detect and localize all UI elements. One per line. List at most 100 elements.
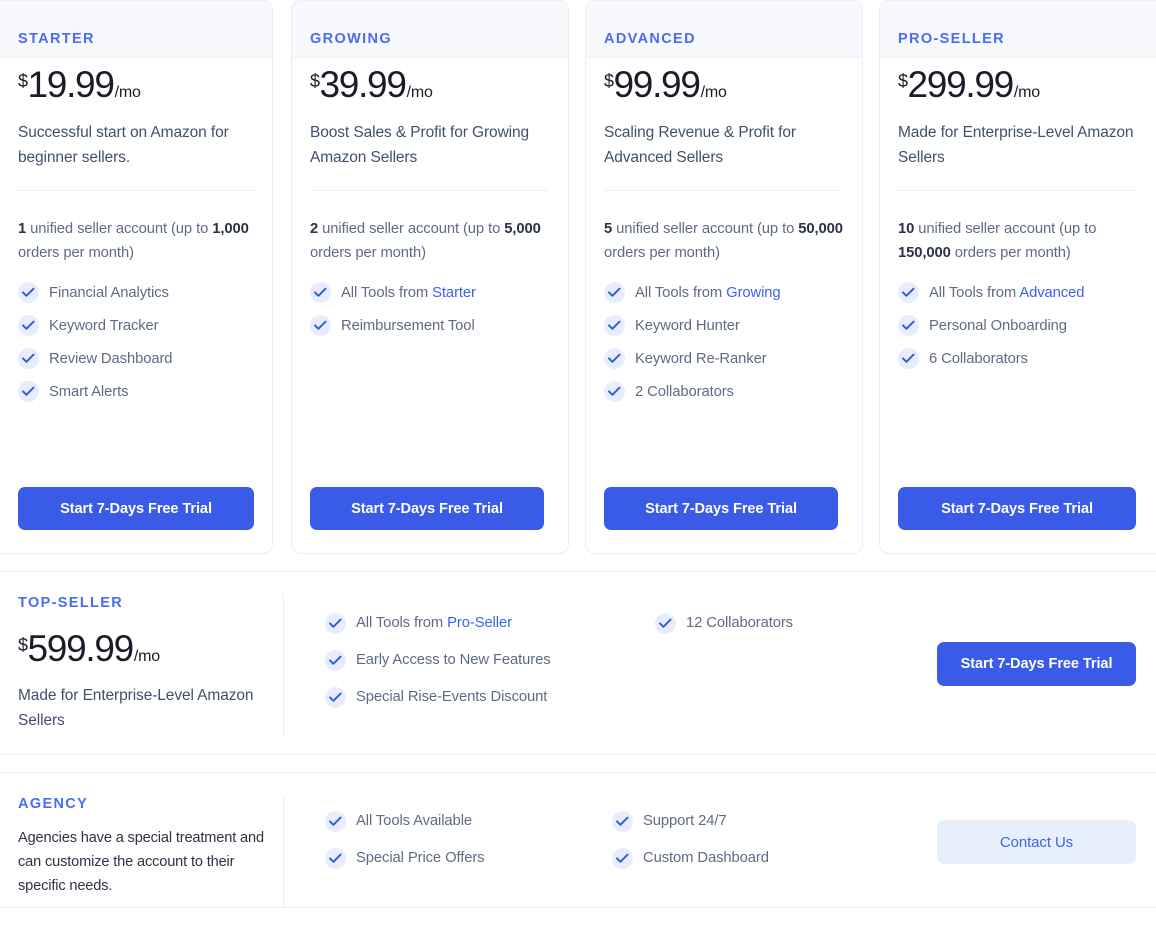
currency-symbol: $ (310, 72, 320, 90)
section-separator-a (0, 754, 1156, 755)
check-icon (310, 315, 331, 336)
check-icon (898, 315, 919, 336)
price-period: /mo (701, 85, 727, 101)
check-icon (612, 811, 633, 832)
quota-orders: 150,000 (898, 245, 951, 261)
check-icon (604, 315, 625, 336)
check-icon (18, 348, 39, 369)
tier-label: PRO-SELLER (898, 1, 1152, 47)
quota-text: 5 unified seller account (up to 50,000 o… (604, 217, 844, 265)
feature-highlight-link[interactable]: Starter (432, 285, 476, 301)
pricing-cards-row: STARTER$19.99/moSuccessful start on Amaz… (0, 0, 1156, 554)
agency-left: AGENCY Agencies have a special treatment… (18, 797, 268, 898)
pricing-card: GROWING$39.99/moBoost Sales & Profit for… (291, 0, 569, 554)
card-divider (310, 190, 548, 191)
feature-label: Reimbursement Tool (341, 316, 475, 336)
feature-item: Reimbursement Tool (310, 315, 550, 337)
check-icon (325, 613, 346, 634)
feature-label: All Tools from Advanced (929, 283, 1084, 303)
start-free-trial-button[interactable]: Start 7-Days Free Trial (310, 487, 544, 530)
check-icon (612, 848, 633, 869)
check-icon (325, 687, 346, 708)
agency-features: All Tools AvailableSpecial Price Offers … (325, 810, 872, 884)
feature-highlight-link[interactable]: Advanced (1019, 285, 1084, 301)
feature-label: Keyword Re-Ranker (635, 349, 767, 369)
agency-section: AGENCY Agencies have a special treatment… (0, 773, 1156, 907)
feature-label: Support 24/7 (643, 811, 727, 831)
top-seller-left: TOP-SELLER $ 599.99 /mo Made for Enterpr… (18, 596, 268, 733)
card-body: STARTER$19.99/moSuccessful start on Amaz… (0, 1, 272, 553)
quota-accounts: 2 (310, 221, 318, 237)
feature-label: Personal Onboarding (929, 316, 1067, 336)
currency-symbol: $ (18, 636, 28, 654)
feature-label: Custom Dashboard (643, 848, 769, 868)
start-free-trial-button[interactable]: Start 7-Days Free Trial (18, 487, 254, 530)
top-seller-tier-label: TOP-SELLER (18, 596, 268, 611)
quota-orders: 5,000 (504, 221, 541, 237)
feature-item: Personal Onboarding (898, 315, 1152, 337)
pricing-card: PRO-SELLER$299.99/moMade for Enterprise-… (879, 0, 1156, 554)
pricing-page: STARTER$19.99/moSuccessful start on Amaz… (0, 0, 1156, 926)
price-amount: 39.99 (320, 66, 406, 103)
card-divider (898, 190, 1136, 191)
feature-item: 6 Collaborators (898, 348, 1152, 370)
check-icon (18, 315, 39, 336)
feature-item: Review Dashboard (18, 348, 254, 370)
top-seller-description: Made for Enterprise-Level Amazon Sellers (18, 683, 258, 733)
tier-description: Boost Sales & Profit for Growing Amazon … (310, 120, 550, 170)
start-free-trial-button[interactable]: Start 7-Days Free Trial (898, 487, 1136, 530)
feature-label: Keyword Tracker (49, 316, 159, 336)
feature-item: Support 24/7 (612, 810, 872, 832)
card-divider (604, 190, 842, 191)
top-seller-features-column-2: 12 Collaborators (655, 612, 915, 723)
currency-symbol: $ (604, 72, 614, 90)
top-seller-features-column-1: All Tools from Pro-Seller Early Access to… (325, 612, 655, 723)
pricing-card: ADVANCED$99.99/moScaling Revenue & Profi… (585, 0, 863, 554)
feature-highlight-link[interactable]: Growing (726, 285, 780, 301)
feature-item: Custom Dashboard (612, 847, 872, 869)
top-seller-cta-button[interactable]: Start 7-Days Free Trial (937, 642, 1136, 686)
quota-tail: orders per month) (18, 245, 134, 261)
feature-list: All Tools from GrowingKeyword HunterKeyw… (604, 282, 844, 403)
check-icon (325, 811, 346, 832)
feature-label: All Tools Available (356, 811, 472, 831)
quota-accounts: 1 (18, 221, 26, 237)
feature-label: Special Rise-Events Discount (356, 687, 547, 707)
feature-highlight-link[interactable]: Pro-Seller (447, 615, 512, 631)
agency-contact-button[interactable]: Contact Us (937, 820, 1136, 864)
feature-label: Review Dashboard (49, 349, 172, 369)
card-body: ADVANCED$99.99/moScaling Revenue & Profi… (586, 1, 862, 553)
check-icon (604, 348, 625, 369)
check-icon (325, 848, 346, 869)
price-period: /mo (407, 85, 433, 101)
price: $99.99/mo (604, 66, 844, 103)
feature-label: All Tools from Pro-Seller (356, 613, 512, 633)
check-icon (310, 282, 331, 303)
price: $299.99/mo (898, 66, 1152, 103)
quota-mid: unified seller account (up to (914, 221, 1096, 237)
check-icon (898, 348, 919, 369)
currency-symbol: $ (898, 72, 908, 90)
feature-item: All Tools from Growing (604, 282, 844, 304)
tier-description: Successful start on Amazon for beginner … (18, 120, 254, 170)
feature-item: 2 Collaborators (604, 381, 844, 403)
feature-label: 2 Collaborators (635, 382, 734, 402)
price-period: /mo (115, 85, 141, 101)
check-icon (325, 650, 346, 671)
quota-accounts: 10 (898, 221, 914, 237)
price-amount: 19.99 (28, 66, 114, 103)
check-icon (898, 282, 919, 303)
quota-mid: unified seller account (up to (318, 221, 504, 237)
feature-list: All Tools from Starter Reimbursement Tool (310, 282, 550, 337)
quota-mid: unified seller account (up to (26, 221, 212, 237)
feature-item: Special Price Offers (325, 847, 612, 869)
start-free-trial-button[interactable]: Start 7-Days Free Trial (604, 487, 838, 530)
feature-item: Early Access to New Features (325, 649, 655, 671)
price: $19.99/mo (18, 66, 254, 103)
check-icon (604, 282, 625, 303)
price-period: /mo (134, 649, 160, 665)
quota-accounts: 5 (604, 221, 612, 237)
feature-label: All Tools from Starter (341, 283, 476, 303)
card-divider (18, 190, 256, 191)
tier-description: Scaling Revenue & Profit for Advanced Se… (604, 120, 844, 170)
